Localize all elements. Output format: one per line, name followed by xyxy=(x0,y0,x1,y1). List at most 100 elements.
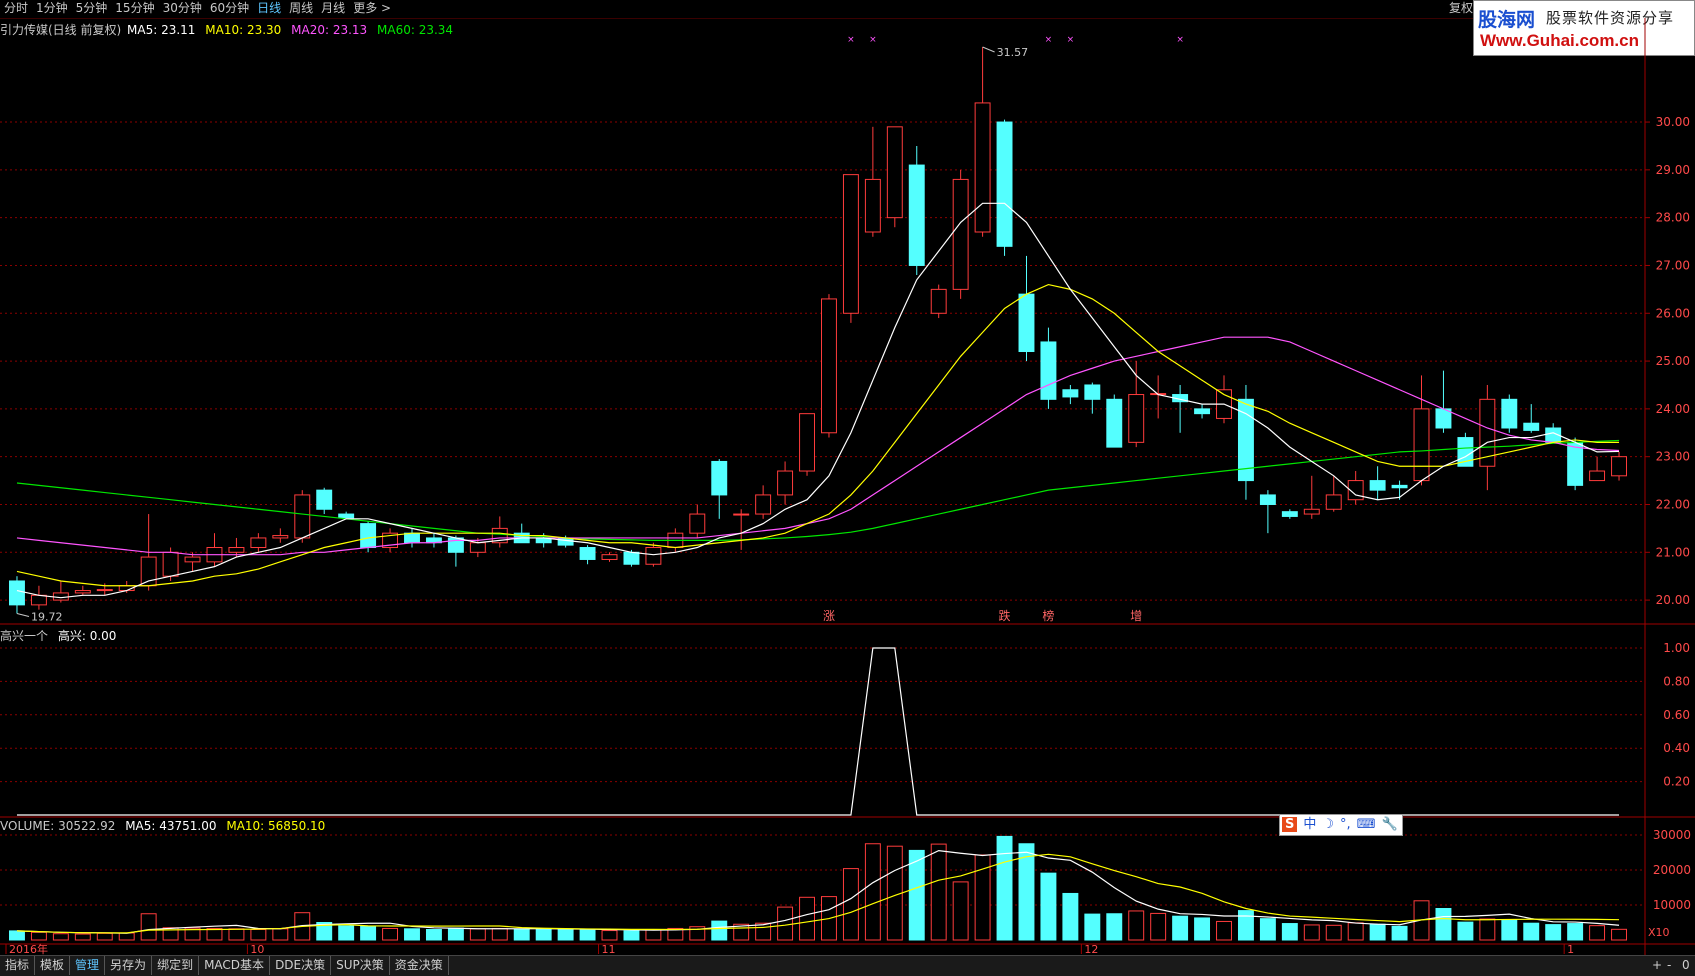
candle-body xyxy=(469,542,486,553)
ime-item-0[interactable]: S xyxy=(1282,817,1298,832)
volume-bar xyxy=(74,933,91,941)
candle-body xyxy=(579,547,596,560)
ime-item-1[interactable]: 中 xyxy=(1303,817,1316,832)
volume-bar xyxy=(1150,912,1167,941)
bottom-tab-0[interactable]: 指标 xyxy=(0,956,36,975)
volume-bar xyxy=(623,930,640,941)
candle-body xyxy=(272,535,289,539)
ime-item-3[interactable]: °, xyxy=(1340,817,1351,832)
kline-chart[interactable]: 30.00 29.00 28.00 27.00 26.00 25.00 24.00 23.00… xyxy=(0,0,1695,955)
main-chart-header: 引力传媒(日线 前复权) MA5: 23.11 MA10: 23.30 MA20… xyxy=(0,21,459,38)
volume-bar xyxy=(1084,913,1101,941)
bottom-tab-4[interactable]: 绑定到 xyxy=(152,956,200,975)
volume-bar xyxy=(96,932,113,941)
candle-body xyxy=(1281,511,1298,517)
event-label: 榜 xyxy=(1042,608,1054,623)
ma60-readout: MA60: 23.34 xyxy=(377,23,454,37)
candle-body xyxy=(799,413,815,472)
price-tick-label: 22.00 xyxy=(1656,497,1690,511)
volume-bar xyxy=(491,927,508,941)
time-label: 11 xyxy=(602,943,616,955)
zoom-control-2[interactable]: 0 xyxy=(1682,956,1690,975)
volume-bar xyxy=(1128,910,1145,941)
bottom-tab-6[interactable]: DDE决策 xyxy=(270,956,332,975)
event-marker-icon: × xyxy=(847,35,855,45)
candle-body xyxy=(1413,408,1430,482)
volume-ma10-readout: MA10: 56850.10 xyxy=(226,819,326,833)
candle-body xyxy=(96,589,113,592)
indicator-tick-label: 0.40 xyxy=(1663,741,1690,755)
time-label: 10 xyxy=(250,943,264,955)
candle-body xyxy=(1259,494,1276,505)
volume-bar xyxy=(9,930,25,941)
ime-item-2[interactable]: ☽ xyxy=(1322,817,1334,832)
volume-bar xyxy=(1391,925,1408,941)
time-label: 12 xyxy=(1084,943,1098,955)
volume-tick-label: 20000 xyxy=(1653,863,1691,877)
volume-bar xyxy=(799,896,815,941)
event-marker-icon: × xyxy=(869,35,877,45)
event-marker-icon: × xyxy=(1176,35,1184,45)
bottom-tab-1[interactable]: 模板 xyxy=(35,956,71,975)
ime-item-4[interactable]: ⌨ xyxy=(1357,817,1376,832)
candle-body xyxy=(952,178,969,290)
candle-body xyxy=(250,537,267,549)
volume-ma10-line xyxy=(16,853,1620,934)
bottom-tab-8[interactable]: 资金决策 xyxy=(390,956,449,975)
bottom-tab-3[interactable]: 另存为 xyxy=(105,956,153,975)
candle-body xyxy=(294,494,311,539)
volume-bar xyxy=(645,929,662,941)
event-marker-icon: × xyxy=(1067,35,1075,45)
event-marker-icon: × xyxy=(1045,35,1053,45)
candle-body xyxy=(601,554,618,560)
candle-body xyxy=(1369,480,1386,491)
candle-body xyxy=(1589,470,1606,482)
volume-bar xyxy=(469,928,486,941)
volume-bar xyxy=(1281,923,1298,941)
volume-bar xyxy=(30,931,47,941)
volume-bar xyxy=(1479,918,1496,941)
volume-bar xyxy=(228,928,245,941)
price-tick-label: 29.00 xyxy=(1656,163,1690,177)
candle-body xyxy=(842,174,859,314)
volume-bar xyxy=(711,920,728,941)
price-tick-label: 23.00 xyxy=(1656,450,1690,464)
bottom-tab-7[interactable]: SUP决策 xyxy=(331,956,390,975)
candle-body xyxy=(1084,384,1101,400)
candle-body xyxy=(755,494,772,515)
volume-bar xyxy=(1040,872,1057,941)
candle-body xyxy=(1128,394,1145,443)
bottom-tab-2[interactable]: 管理 xyxy=(70,956,106,975)
volume-bar xyxy=(535,928,552,941)
candle-body xyxy=(1303,508,1320,515)
ime-toolbar[interactable]: S 中 ☽ °, ⌨ 🔧 xyxy=(1279,814,1403,836)
candle-body xyxy=(404,532,420,544)
price-tick-label: 26.00 xyxy=(1656,306,1690,320)
volume-bar xyxy=(601,930,618,941)
candle-body xyxy=(908,164,925,266)
candle-body xyxy=(338,513,355,519)
zoom-control-0[interactable]: + xyxy=(1652,956,1662,975)
candle-body xyxy=(1611,456,1627,477)
volume-bar xyxy=(864,843,881,941)
ime-item-5[interactable]: 🔧 xyxy=(1381,817,1397,832)
volume-scale-label: X10 xyxy=(1648,926,1670,939)
bottom-toolbar: 指标 模板 管理 另存为 绑定到 MACD基本 DDE决策 SUP决策 资金决策 + -0 xyxy=(0,955,1695,976)
volume-header: VOLUME: 30522.92 MA5: 43751.00 MA10: 568… xyxy=(0,819,331,833)
volume-tick-label: 10000 xyxy=(1653,898,1691,912)
volume-bar xyxy=(1062,892,1079,941)
bottom-tab-5[interactable]: MACD基本 xyxy=(199,956,271,975)
candle-body xyxy=(228,547,245,553)
price-tick-label: 20.00 xyxy=(1656,593,1690,607)
zoom-control-1[interactable]: - xyxy=(1667,956,1671,975)
volume-bar xyxy=(447,927,464,941)
stock-title: 引力传媒(日线 前复权) xyxy=(0,23,122,37)
ma20-readout: MA20: 23.13 xyxy=(291,23,368,37)
candle-body xyxy=(1194,408,1211,415)
candle-body xyxy=(162,551,179,577)
volume-bar xyxy=(1457,921,1474,941)
volume-bar xyxy=(579,929,596,941)
ma20-line xyxy=(16,336,1620,556)
candle-body xyxy=(1040,341,1057,400)
event-label: 增 xyxy=(1130,609,1142,623)
